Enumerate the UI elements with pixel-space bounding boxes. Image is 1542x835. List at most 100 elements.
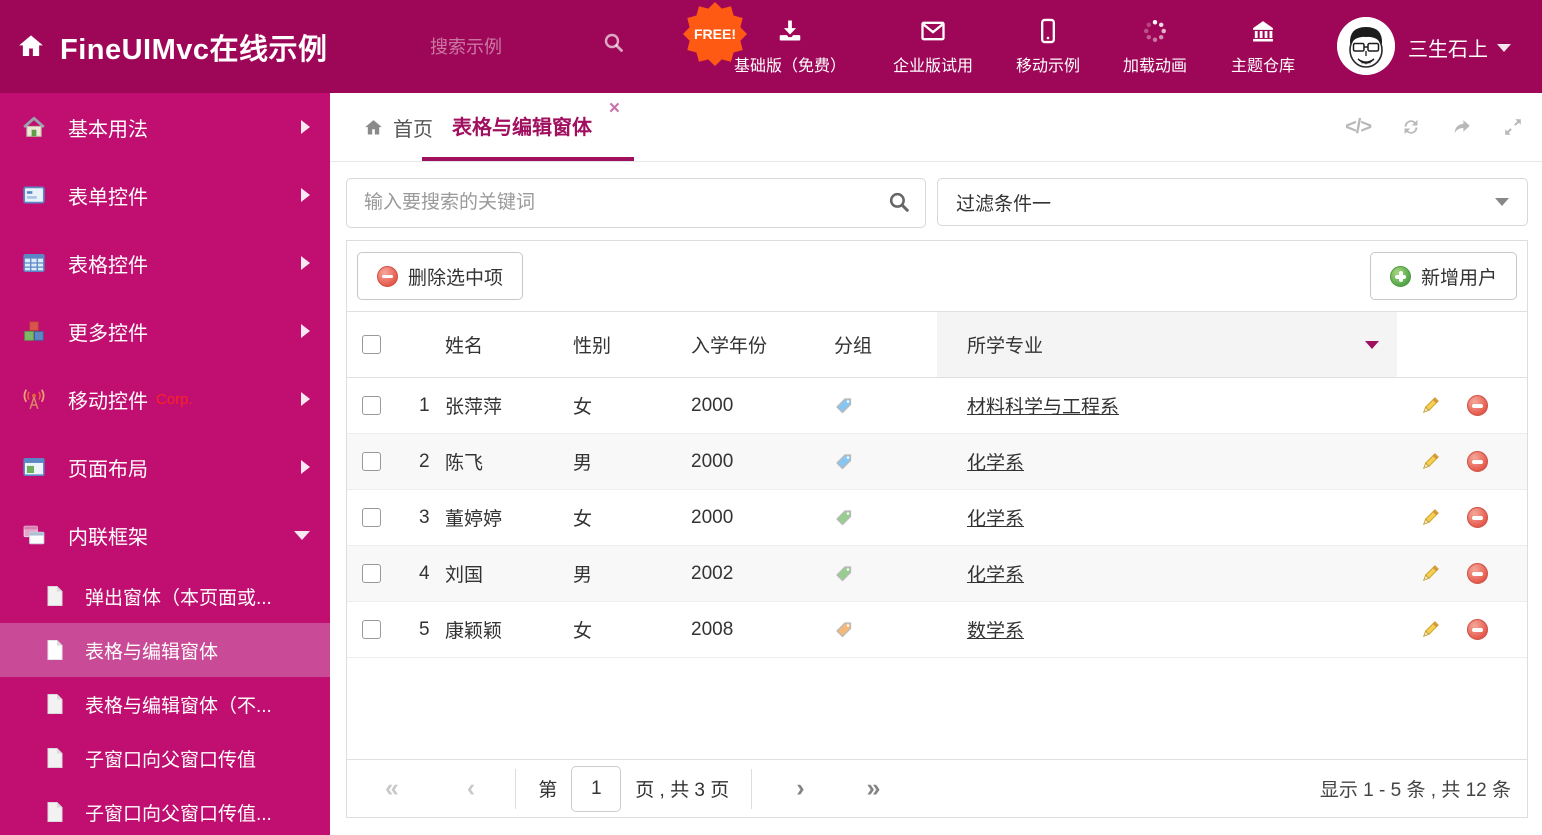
chevron-right-icon <box>301 392 310 406</box>
page-number-input[interactable] <box>571 765 622 812</box>
row-checkbox[interactable] <box>362 508 381 527</box>
row-checkbox[interactable] <box>362 564 381 583</box>
sidebar-subitem-popup-window[interactable]: 弹出窗体（本页面或... <box>0 569 330 623</box>
col-year: 入学年份 <box>691 336 768 357</box>
major-link[interactable]: 化学系 <box>967 448 1024 475</box>
edit-icon[interactable] <box>1419 619 1441 641</box>
username: 三生石上 <box>1408 39 1488 61</box>
sidebar-item-inline-frame[interactable]: 内联框架 <box>0 501 330 569</box>
next-page-icon[interactable]: › <box>796 776 804 801</box>
sidebar-subitem-child-to-parent[interactable]: 子窗口向父窗口传值 <box>0 731 330 785</box>
tag-icon-orange <box>836 621 852 637</box>
file-icon <box>47 640 63 660</box>
major-link[interactable]: 数学系 <box>967 616 1024 643</box>
chevron-down-icon <box>1365 340 1379 349</box>
source-code-icon[interactable]: </> <box>1345 116 1372 139</box>
keyword-search-input[interactable] <box>362 185 876 221</box>
tag-icon-green <box>836 509 852 525</box>
edit-icon[interactable] <box>1419 395 1441 417</box>
close-icon[interactable]: × <box>609 99 620 118</box>
file-icon <box>47 694 63 714</box>
page-suffix: 页 , 共 3 页 <box>635 780 730 801</box>
cell-year: 2008 <box>691 618 734 640</box>
chevron-right-icon <box>301 460 310 474</box>
chevron-right-icon <box>301 256 310 270</box>
cell-year: 2000 <box>691 450 734 472</box>
nav-item-theme-repo[interactable]: 主题仓库 <box>1188 17 1338 76</box>
col-major[interactable]: 所学专业 <box>937 312 1397 377</box>
home-icon[interactable] <box>16 31 46 61</box>
last-page-icon[interactable]: » <box>867 776 881 801</box>
delete-icon[interactable] <box>1467 451 1488 472</box>
search-icon[interactable] <box>602 31 626 55</box>
sidebar-subitem-grid-edit-window[interactable]: 表格与编辑窗体 <box>0 623 330 677</box>
button-label: 删除选中项 <box>408 267 504 289</box>
cell-year: 2000 <box>691 506 734 528</box>
select-all-checkbox[interactable] <box>362 335 381 354</box>
layout-icon <box>23 458 45 476</box>
add-user-button[interactable]: 新增用户 <box>1369 252 1517 300</box>
sidebar-subitem-child-to-parent-2[interactable]: 子窗口向父窗口传值... <box>0 785 330 835</box>
delete-icon[interactable] <box>1467 563 1488 584</box>
tabbar: 首页 表格与编辑窗体 × </> <box>330 93 1542 162</box>
edit-icon[interactable] <box>1419 451 1441 473</box>
tab-grid-edit-window[interactable]: 表格与编辑窗体 × <box>422 93 634 161</box>
cell-gender: 男 <box>573 565 593 586</box>
major-link[interactable]: 化学系 <box>967 560 1024 587</box>
major-link[interactable]: 化学系 <box>967 504 1024 531</box>
search-icon[interactable] <box>887 190 912 215</box>
filter-dropdown[interactable]: 过滤条件一 <box>937 178 1528 226</box>
delete-icon[interactable] <box>1467 395 1488 416</box>
delete-icon[interactable] <box>1467 619 1488 640</box>
cell-gender: 男 <box>573 453 593 474</box>
sidebar-item-more-controls[interactable]: 更多控件 <box>0 297 330 365</box>
cell-gender: 女 <box>573 397 593 418</box>
edit-icon[interactable] <box>1419 507 1441 529</box>
row-number: 5 <box>419 618 430 640</box>
share-icon[interactable] <box>1451 116 1473 138</box>
row-number: 2 <box>419 450 430 472</box>
house-icon <box>23 116 45 137</box>
header-search-input[interactable] <box>428 28 597 66</box>
major-link[interactable]: 材料科学与工程系 <box>967 392 1119 419</box>
sidebar-item-basic-usage[interactable]: 基本用法 <box>0 93 330 161</box>
pagination-bar: « ‹ 第 页 , 共 3 页 › » 显示 1 - 5 条 , 共 12 条 <box>347 759 1527 817</box>
user-menu[interactable]: 三生石上 <box>1408 33 1511 62</box>
sidebar-item-mobile-controls[interactable]: 移动控件 Corp. <box>0 365 330 433</box>
chevron-down-icon <box>1495 198 1509 206</box>
table-row: 4 刘国 男 2002 化学系 <box>347 546 1527 602</box>
cell-name: 刘国 <box>445 565 484 586</box>
first-page-icon[interactable]: « <box>385 776 399 801</box>
sidebar-item-form-controls[interactable]: 表单控件 <box>0 161 330 229</box>
row-checkbox[interactable] <box>362 396 381 415</box>
sidebar-subitem-label: 子窗口向父窗口传值 <box>85 749 257 771</box>
col-actions <box>1397 312 1527 377</box>
row-checkbox[interactable] <box>362 452 381 471</box>
table-empty-area <box>347 658 1527 759</box>
edit-icon[interactable] <box>1419 563 1441 585</box>
button-label: 新增用户 <box>1420 267 1497 289</box>
table-row: 5 康颖颖 女 2008 数学系 <box>347 602 1527 658</box>
cell-name: 董婷婷 <box>445 509 503 530</box>
corp-badge: Corp. <box>156 390 193 408</box>
chevron-down-icon <box>1497 43 1511 52</box>
sidebar-item-grid-controls[interactable]: 表格控件 <box>0 229 330 297</box>
expand-icon[interactable] <box>1502 116 1524 138</box>
avatar-image <box>1337 17 1395 75</box>
table-header-row: 姓名 性别 入学年份 分组 所学专业 <box>347 311 1527 378</box>
delete-icon[interactable] <box>1467 507 1488 528</box>
envelope-icon <box>921 21 945 41</box>
file-icon <box>47 802 63 822</box>
delete-selected-button[interactable]: 删除选中项 <box>357 252 524 300</box>
prev-page-icon[interactable]: ‹ <box>467 776 475 801</box>
sidebar-subitem-grid-edit-window-2[interactable]: 表格与编辑窗体（不... <box>0 677 330 731</box>
record-summary: 显示 1 - 5 条 , 共 12 条 <box>1319 780 1511 801</box>
sidebar-item-page-layout[interactable]: 页面布局 <box>0 433 330 501</box>
row-checkbox[interactable] <box>362 620 381 639</box>
avatar[interactable] <box>1337 17 1395 75</box>
chevron-down-icon <box>294 530 310 540</box>
file-icon <box>47 748 63 768</box>
sidebar-item-label: 表格控件 <box>68 254 148 277</box>
nav-label: 主题仓库 <box>1230 58 1295 75</box>
refresh-icon[interactable] <box>1400 116 1422 138</box>
